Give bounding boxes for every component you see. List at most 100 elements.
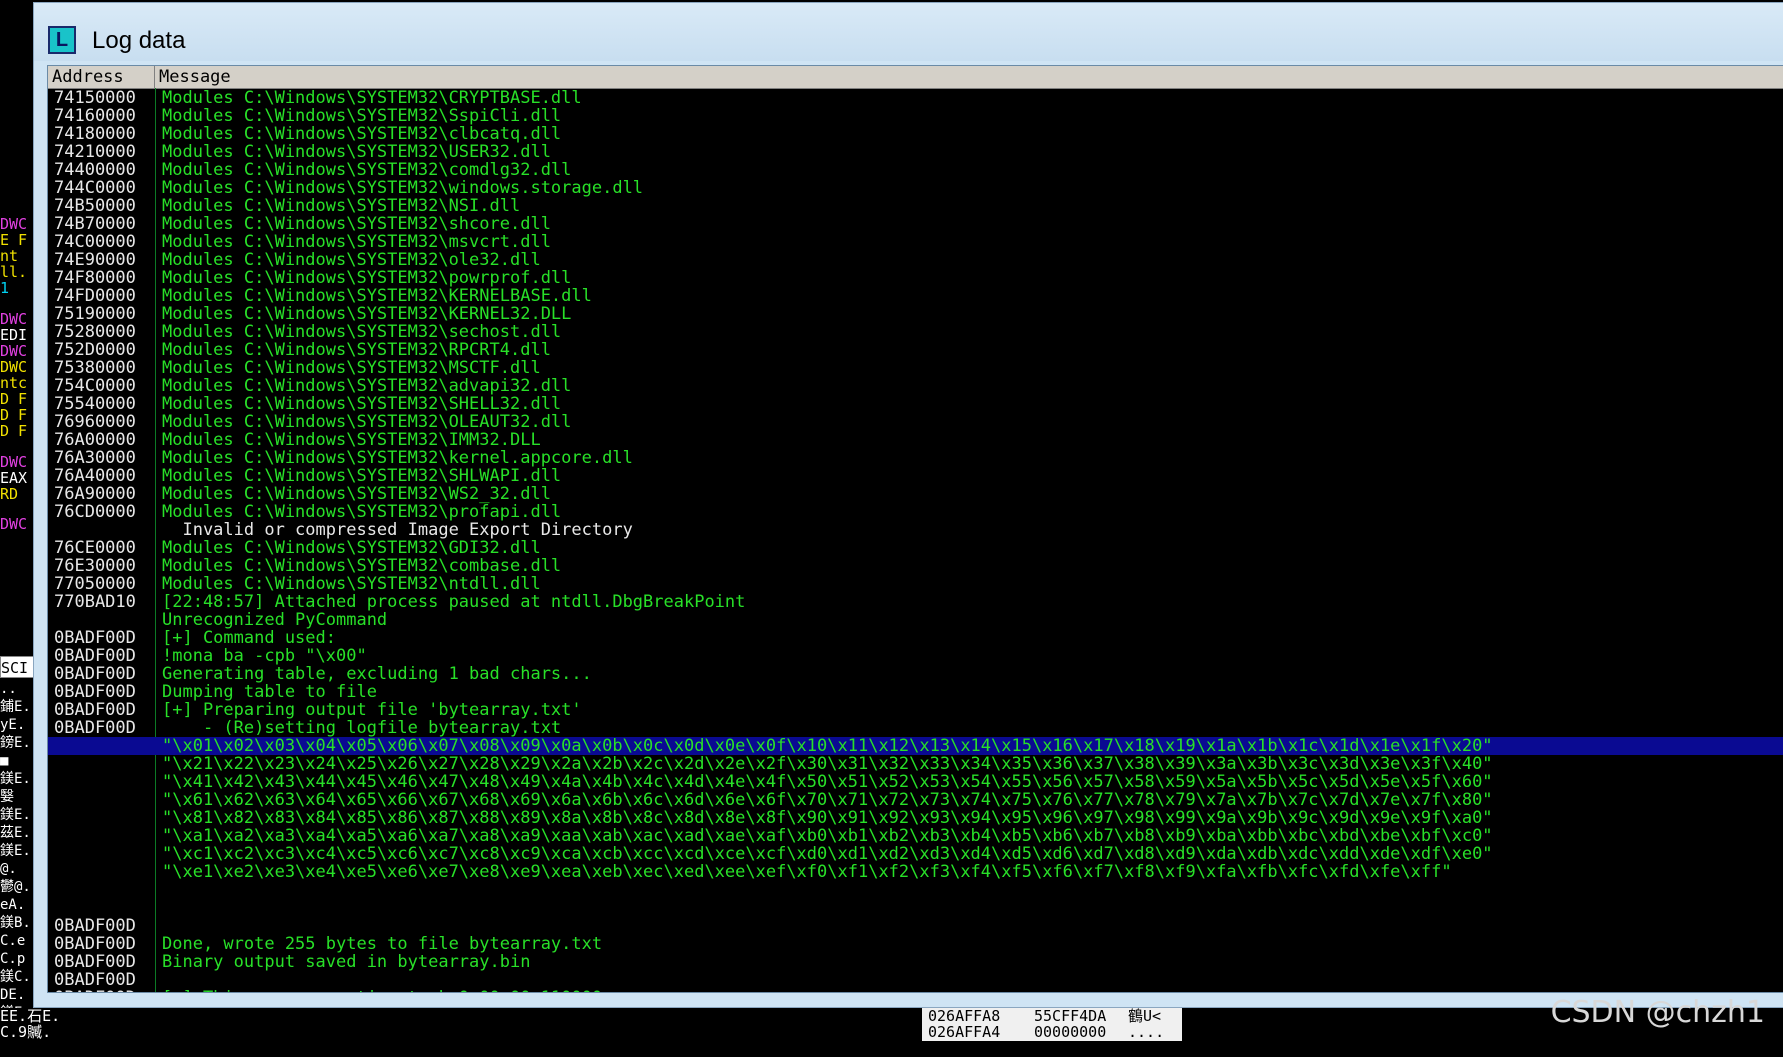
log-window-icon: L <box>48 26 76 54</box>
row-address: 75190000 <box>54 304 136 324</box>
log-row[interactable]: 0BADF00D [+] Command used: <box>48 629 1783 647</box>
row-address: 75540000 <box>54 394 136 414</box>
row-address: 74180000 <box>54 124 136 144</box>
log-row[interactable]: 0BADF00D <box>48 917 1783 935</box>
row-address: 75380000 <box>54 358 136 378</box>
background-stack-cell: 026AFFA0 <box>928 1039 1001 1057</box>
log-row[interactable]: 76E30000 Modules C:\Windows\SYSTEM32\comb… <box>48 557 1783 575</box>
log-row[interactable]: 752D0000 Modules C:\Windows\SYSTEM32\RPCR… <box>48 341 1783 359</box>
row-message: Modules C:\Windows\SYSTEM32\msvcrt.dll <box>162 232 551 252</box>
log-row[interactable]: 74FD0000 Modules C:\Windows\SYSTEM32\KERN… <box>48 287 1783 305</box>
log-row[interactable]: "\x41\x42\x43\x44\x45\x46\x47\x48\x49\x4… <box>48 773 1783 791</box>
log-row[interactable]: 74C00000 Modules C:\Windows\SYSTEM32\msvc… <box>48 233 1783 251</box>
row-message: Modules C:\Windows\SYSTEM32\advapi32.dll <box>162 376 572 396</box>
row-address: 77050000 <box>54 574 136 594</box>
column-header-address[interactable]: Address <box>48 66 155 88</box>
log-row[interactable]: "\x61\x62\x63\x64\x65\x66\x67\x68\x69\x6… <box>48 791 1783 809</box>
background-dump-fragment: ■ <box>0 753 9 769</box>
log-row[interactable]: 0BADF00D [+] This mona.py action took 0:0… <box>48 989 1783 992</box>
log-row[interactable]: 74E90000 Modules C:\Windows\SYSTEM32\ole3… <box>48 251 1783 269</box>
log-row[interactable]: 754C0000 Modules C:\Windows\SYSTEM32\adva… <box>48 377 1783 395</box>
window-title: Log data <box>92 27 186 54</box>
log-row[interactable]: 76CE0000 Modules C:\Windows\SYSTEM32\GDI3… <box>48 539 1783 557</box>
row-message: "\xe1\xe2\xe3\xe4\xe5\xe6\xe7\xe8\xe9\xe… <box>162 862 1452 882</box>
row-message: Modules C:\Windows\SYSTEM32\KERNEL32.DLL <box>162 304 572 324</box>
log-row[interactable]: 75280000 Modules C:\Windows\SYSTEM32\sech… <box>48 323 1783 341</box>
log-row[interactable]: "\xa1\xa2\xa3\xa4\xa5\xa6\xa7\xa8\xa9\xa… <box>48 827 1783 845</box>
log-row[interactable]: 74180000 Modules C:\Windows\SYSTEM32\clbc… <box>48 125 1783 143</box>
log-row[interactable]: "\x21\x22\x23\x24\x25\x26\x27\x28\x29\x2… <box>48 755 1783 773</box>
row-address: 74C00000 <box>54 232 136 252</box>
log-table[interactable]: Address Message 74150000 Modules C:\Windo… <box>47 65 1783 993</box>
log-row[interactable]: 0BADF00D !mona ba -cpb "\x00" <box>48 647 1783 665</box>
log-row[interactable]: 76CD0000 Modules C:\Windows\SYSTEM32\prof… <box>48 503 1783 521</box>
log-row[interactable]: 0BADF00D Generating table, excluding 1 ba… <box>48 665 1783 683</box>
log-row[interactable]: 76960000 Modules C:\Windows\SYSTEM32\OLEA… <box>48 413 1783 431</box>
log-row[interactable]: Unrecognized PyCommand <box>48 611 1783 629</box>
background-dump-fragment: DE. <box>0 987 26 1003</box>
column-header-message[interactable]: Message <box>155 66 1783 88</box>
log-row-selected[interactable]: "\x01\x02\x03\x04\x05\x06\x07\x08\x09\x0… <box>48 737 1783 755</box>
log-row[interactable]: 77050000 Modules C:\Windows\SYSTEM32\ntdl… <box>48 575 1783 593</box>
row-message: [+] This mona.py action took 0:00:00.110… <box>162 989 602 992</box>
log-row[interactable]: 74160000 Modules C:\Windows\SYSTEM32\Sspi… <box>48 107 1783 125</box>
log-row[interactable]: 74210000 Modules C:\Windows\SYSTEM32\USER… <box>48 143 1783 161</box>
log-row[interactable]: "\xc1\xc2\xc3\xc4\xc5\xc6\xc7\xc8\xc9\xc… <box>48 845 1783 863</box>
row-address: 76CD0000 <box>54 502 136 522</box>
background-dump-fragment: 鎂C. <box>0 969 31 985</box>
row-message: "\x81\x82\x83\x84\x85\x86\x87\x88\x89\x8… <box>162 808 1493 828</box>
row-message: Modules C:\Windows\SYSTEM32\powrprof.dll <box>162 268 572 288</box>
background-dump-fragment: eA. <box>0 897 26 913</box>
log-row[interactable]: 76A90000 Modules C:\Windows\SYSTEM32\WS2_… <box>48 485 1783 503</box>
log-row[interactable]: 0BADF00D Done, wrote 255 bytes to file by… <box>48 935 1783 953</box>
row-message: - (Re)setting logfile bytearray.txt <box>162 718 562 738</box>
log-row[interactable]: 74F80000 Modules C:\Windows\SYSTEM32\powr… <box>48 269 1783 287</box>
row-message: Modules C:\Windows\SYSTEM32\profapi.dll <box>162 502 562 522</box>
log-row[interactable]: 76A40000 Modules C:\Windows\SYSTEM32\SHLW… <box>48 467 1783 485</box>
log-row[interactable]: 75540000 Modules C:\Windows\SYSTEM32\SHEL… <box>48 395 1783 413</box>
row-address: 74E90000 <box>54 250 136 270</box>
row-address: 76A40000 <box>54 466 136 486</box>
log-row[interactable]: 0BADF00D [+] Preparing output file 'bytea… <box>48 701 1783 719</box>
row-address: 0BADF00D <box>54 646 136 666</box>
log-row[interactable]: 0BADF00D - (Re)setting logfile bytearray… <box>48 719 1783 737</box>
background-pane-label: SCI <box>0 656 34 678</box>
log-row[interactable]: 74150000 Modules C:\Windows\SYSTEM32\CRYP… <box>48 89 1783 107</box>
row-address: 0BADF00D <box>54 989 152 992</box>
log-row[interactable]: "\x81\x82\x83\x84\x85\x86\x87\x88\x89\x8… <box>48 809 1783 827</box>
row-message: [22:48:57] Attached process paused at nt… <box>162 592 746 612</box>
background-dump-fragment: .. <box>0 681 17 697</box>
log-row[interactable]: 76A30000 Modules C:\Windows\SYSTEM32\kern… <box>48 449 1783 467</box>
log-row[interactable]: 76A00000 Modules C:\Windows\SYSTEM32\IMM3… <box>48 431 1783 449</box>
log-row[interactable]: 75380000 Modules C:\Windows\SYSTEM32\MSCT… <box>48 359 1783 377</box>
row-address: 76A00000 <box>54 430 136 450</box>
log-row[interactable]: 74B50000 Modules C:\Windows\SYSTEM32\NSI.… <box>48 197 1783 215</box>
log-row[interactable]: 74400000 Modules C:\Windows\SYSTEM32\comd… <box>48 161 1783 179</box>
log-row[interactable]: 0BADF00D Dumping table to file <box>48 683 1783 701</box>
row-address: 74B50000 <box>54 196 136 216</box>
log-row[interactable] <box>48 899 1783 917</box>
row-message: Modules C:\Windows\SYSTEM32\CRYPTBASE.dl… <box>162 88 582 108</box>
row-message: Modules C:\Windows\SYSTEM32\GDI32.dll <box>162 538 541 558</box>
log-data-window[interactable]: L Log data Address Message 74150000 Modul… <box>33 2 1783 1008</box>
log-row[interactable]: "\xe1\xe2\xe3\xe4\xe5\xe6\xe7\xe8\xe9\xe… <box>48 863 1783 881</box>
log-row[interactable]: 74B70000 Modules C:\Windows\SYSTEM32\shco… <box>48 215 1783 233</box>
log-row[interactable]: 770BAD10 [22:48:57] Attached process paus… <box>48 593 1783 611</box>
title-bar[interactable]: L Log data <box>34 3 1783 61</box>
log-row[interactable]: 75190000 Modules C:\Windows\SYSTEM32\KERN… <box>48 305 1783 323</box>
row-message: Modules C:\Windows\SYSTEM32\SHLWAPI.dll <box>162 466 562 486</box>
log-row[interactable]: 744C0000 Modules C:\Windows\SYSTEM32\wind… <box>48 179 1783 197</box>
background-dump-fragment: 嫛 <box>0 789 14 805</box>
log-rows: 74150000 Modules C:\Windows\SYSTEM32\CRYP… <box>48 89 1783 992</box>
log-row[interactable]: Invalid or compressed Image Export Direc… <box>48 521 1783 539</box>
row-address: 0BADF00D <box>54 952 136 972</box>
row-address: 754C0000 <box>54 376 136 396</box>
log-row[interactable]: 0BADF00D Binary output saved in bytearray… <box>48 953 1783 971</box>
log-row[interactable] <box>48 881 1783 899</box>
log-row[interactable]: 0BADF00D <box>48 971 1783 989</box>
row-message: Modules C:\Windows\SYSTEM32\RPCRT4.dll <box>162 340 551 360</box>
row-address: 74210000 <box>54 142 136 162</box>
row-message: !mona ba -cpb "\x00" <box>162 646 367 666</box>
background-dump-fragment: 茲E. <box>0 825 31 841</box>
row-address: 744C0000 <box>54 178 136 198</box>
